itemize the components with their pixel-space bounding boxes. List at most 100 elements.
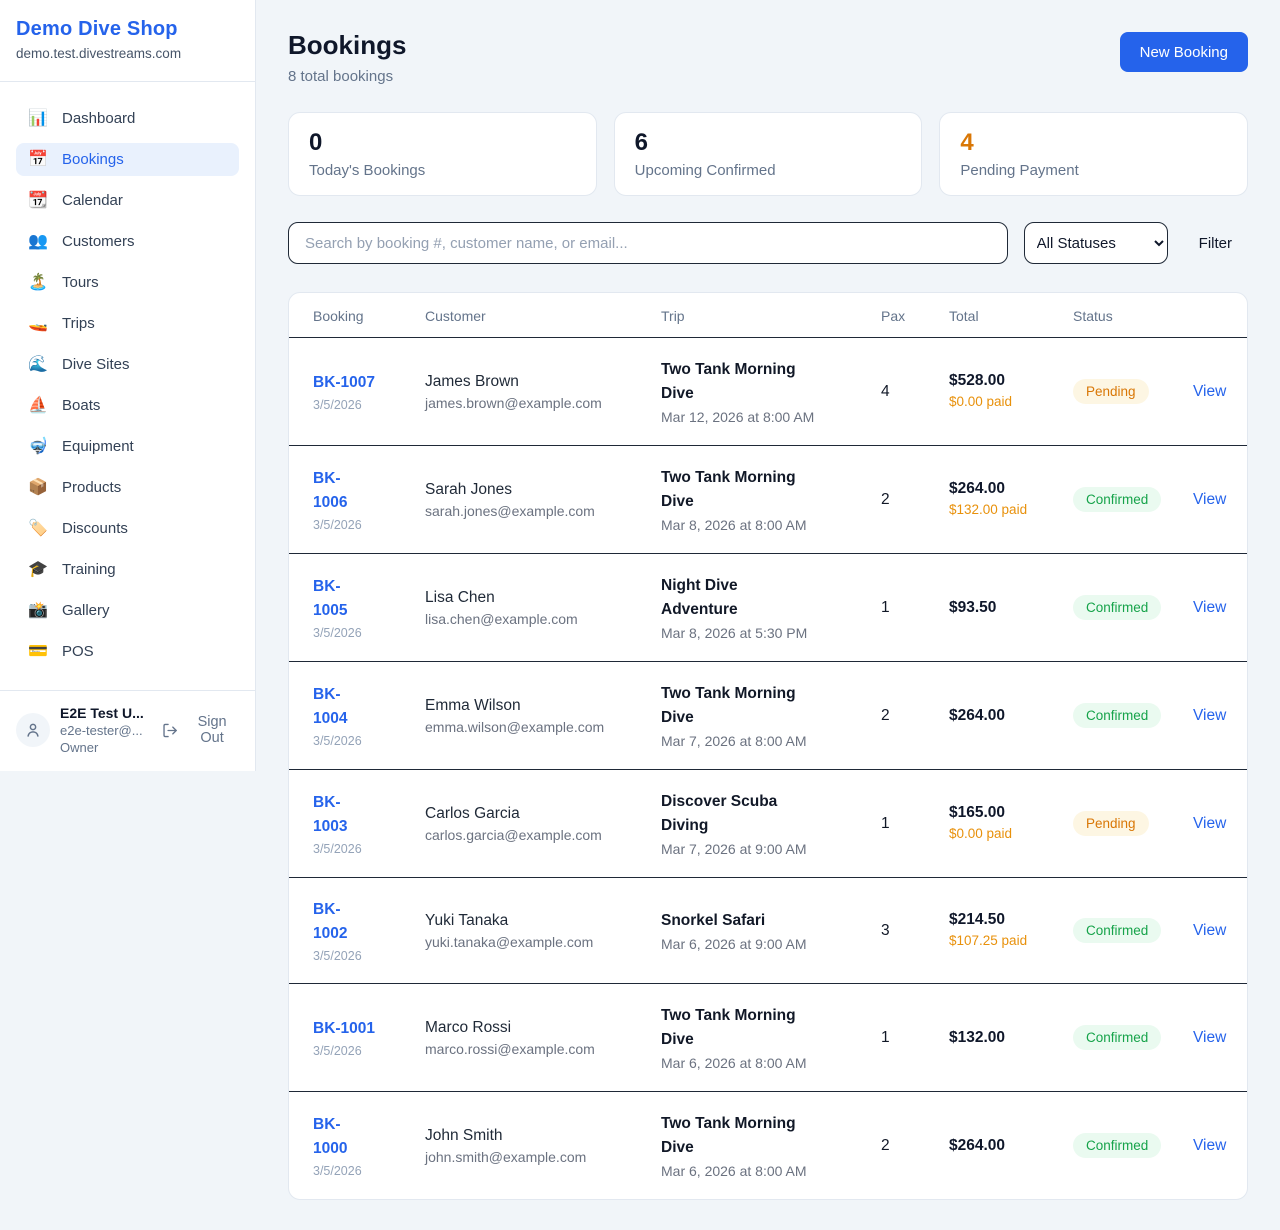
sidebar-item-label: Dashboard — [62, 110, 135, 127]
sidebar-item-discounts[interactable]: 🏷️ Discounts — [16, 512, 239, 545]
table-body: BK-1007 3/5/2026 James Brown james.brown… — [289, 338, 1247, 1199]
customer-email: marco.rossi@example.com — [425, 1041, 661, 1057]
sidebar-item-label: Equipment — [62, 438, 134, 455]
sidebar-item-calendar[interactable]: 📆 Calendar — [16, 184, 239, 217]
stat-value: 6 — [635, 130, 902, 156]
customer-email: lisa.chen@example.com — [425, 611, 661, 627]
booking-date: 3/5/2026 — [313, 398, 425, 412]
sidebar-item-tours[interactable]: 🏝️ Tours — [16, 266, 239, 299]
view-link[interactable]: View — [1181, 922, 1226, 939]
pax-count: 2 — [881, 1137, 949, 1155]
table-row[interactable]: BK- 1002 3/5/2026 Yuki Tanaka yuki.tanak… — [289, 877, 1247, 983]
trip-datetime: Mar 7, 2026 at 9:00 AM — [661, 841, 811, 857]
sidebar-item-pos[interactable]: 💳 POS — [16, 635, 239, 668]
paid-amount: $107.25 paid — [949, 932, 1041, 950]
sidebar: Demo Dive Shop demo.test.divestreams.com… — [0, 0, 256, 771]
view-link[interactable]: View — [1181, 1029, 1226, 1046]
sidebar-header: Demo Dive Shop demo.test.divestreams.com — [0, 0, 255, 82]
person-icon — [24, 721, 42, 739]
page-header: Bookings 8 total bookings New Booking — [288, 30, 1248, 85]
customer-name: Emma Wilson — [425, 697, 661, 715]
customer-email: emma.wilson@example.com — [425, 719, 661, 735]
view-link[interactable]: View — [1181, 815, 1226, 832]
trip-datetime: Mar 8, 2026 at 8:00 AM — [661, 517, 811, 533]
column-header-trip: Trip — [661, 308, 881, 324]
column-header-total: Total — [949, 308, 1073, 324]
pax-count: 1 — [881, 1029, 949, 1047]
table-row[interactable]: BK-1001 3/5/2026 Marco Rossi marco.rossi… — [289, 983, 1247, 1091]
table-row[interactable]: BK-1007 3/5/2026 James Brown james.brown… — [289, 338, 1247, 445]
sidebar-item-gallery[interactable]: 📸 Gallery — [16, 594, 239, 627]
trip-datetime: Mar 6, 2026 at 8:00 AM — [661, 1055, 811, 1071]
paid-amount: $0.00 paid — [949, 825, 1041, 843]
filter-button[interactable]: Filter — [1183, 235, 1248, 252]
pax-count: 2 — [881, 491, 949, 509]
trip-datetime: Mar 6, 2026 at 9:00 AM — [661, 936, 811, 952]
customer-name: Marco Rossi — [425, 1019, 661, 1037]
customer-name: Carlos Garcia — [425, 805, 661, 823]
sidebar-item-dive-sites[interactable]: 🌊 Dive Sites — [16, 348, 239, 381]
table-row[interactable]: BK- 1005 3/5/2026 Lisa Chen lisa.chen@ex… — [289, 553, 1247, 661]
sidebar-item-boats[interactable]: ⛵ Boats — [16, 389, 239, 422]
customer-email: yuki.tanaka@example.com — [425, 934, 661, 950]
graduation-cap-icon: 🎓 — [28, 562, 48, 578]
stat-card-today-s-bookings: 0 Today's Bookings — [288, 112, 597, 196]
booking-id-link[interactable]: BK- 1006 — [313, 467, 347, 515]
sidebar-item-dashboard[interactable]: 📊 Dashboard — [16, 102, 239, 135]
new-booking-button[interactable]: New Booking — [1120, 32, 1248, 72]
booking-id-link[interactable]: BK- 1002 — [313, 898, 347, 946]
sidebar-item-label: Training — [62, 561, 116, 578]
booking-id-link[interactable]: BK- 1004 — [313, 683, 347, 731]
status-select[interactable]: All Statuses — [1024, 222, 1168, 264]
sign-out-button[interactable]: Sign Out — [162, 714, 239, 746]
sidebar-item-products[interactable]: 📦 Products — [16, 471, 239, 504]
table-header-row: BookingCustomerTripPaxTotalStatus — [289, 293, 1247, 338]
sidebar-item-customers[interactable]: 👥 Customers — [16, 225, 239, 258]
sidebar-item-label: Dive Sites — [62, 356, 130, 373]
customer-email: james.brown@example.com — [425, 395, 661, 411]
trip-name: Two Tank Morning Dive — [661, 1004, 811, 1052]
stat-card-pending-payment: 4 Pending Payment — [939, 112, 1248, 196]
booking-id-link[interactable]: BK- 1005 — [313, 575, 347, 623]
booking-date: 3/5/2026 — [313, 734, 425, 748]
user-meta: E2E Test U... e2e-tester@... Owner — [60, 705, 152, 755]
customer-email: john.smith@example.com — [425, 1149, 661, 1165]
sidebar-item-equipment[interactable]: 🤿 Equipment — [16, 430, 239, 463]
table-row[interactable]: BK- 1004 3/5/2026 Emma Wilson emma.wilso… — [289, 661, 1247, 769]
view-link[interactable]: View — [1181, 383, 1226, 400]
status-badge: Confirmed — [1073, 918, 1161, 943]
sidebar-item-bookings[interactable]: 📅 Bookings — [16, 143, 239, 176]
bookings-table: BookingCustomerTripPaxTotalStatus BK-100… — [288, 292, 1248, 1200]
booking-date: 3/5/2026 — [313, 842, 425, 856]
view-link[interactable]: View — [1181, 491, 1226, 508]
sign-out-label: Sign Out — [185, 714, 239, 746]
table-row[interactable]: BK- 1003 3/5/2026 Carlos Garcia carlos.g… — [289, 769, 1247, 877]
speedboat-icon: 🚤 — [28, 316, 48, 332]
calendar-icon: 📅 — [28, 152, 48, 168]
sidebar-item-trips[interactable]: 🚤 Trips — [16, 307, 239, 340]
view-link[interactable]: View — [1181, 599, 1226, 616]
credit-card-icon: 💳 — [28, 644, 48, 660]
booking-id-link[interactable]: BK-1001 — [313, 1017, 375, 1041]
booking-id-link[interactable]: BK- 1000 — [313, 1113, 347, 1161]
sidebar-item-label: POS — [62, 643, 94, 660]
view-link[interactable]: View — [1181, 1137, 1226, 1154]
customer-name: James Brown — [425, 373, 661, 391]
trip-name: Snorkel Safari — [661, 909, 811, 933]
sidebar-item-label: Discounts — [62, 520, 128, 537]
table-row[interactable]: BK- 1006 3/5/2026 Sarah Jones sarah.jone… — [289, 445, 1247, 553]
view-link[interactable]: View — [1181, 707, 1226, 724]
total-amount: $214.50 — [949, 911, 1073, 929]
sidebar-item-label: Trips — [62, 315, 95, 332]
booking-id-link[interactable]: BK-1007 — [313, 371, 375, 395]
sidebar-item-training[interactable]: 🎓 Training — [16, 553, 239, 586]
total-amount: $165.00 — [949, 804, 1073, 822]
trip-name: Two Tank Morning Dive — [661, 1112, 811, 1160]
trip-datetime: Mar 7, 2026 at 8:00 AM — [661, 733, 811, 749]
stat-label: Today's Bookings — [309, 162, 576, 179]
booking-id-link[interactable]: BK- 1003 — [313, 791, 347, 839]
column-header-pax: Pax — [881, 308, 949, 324]
search-input[interactable] — [288, 222, 1008, 264]
table-row[interactable]: BK- 1000 3/5/2026 John Smith john.smith@… — [289, 1091, 1247, 1199]
column-header — [1181, 308, 1223, 324]
